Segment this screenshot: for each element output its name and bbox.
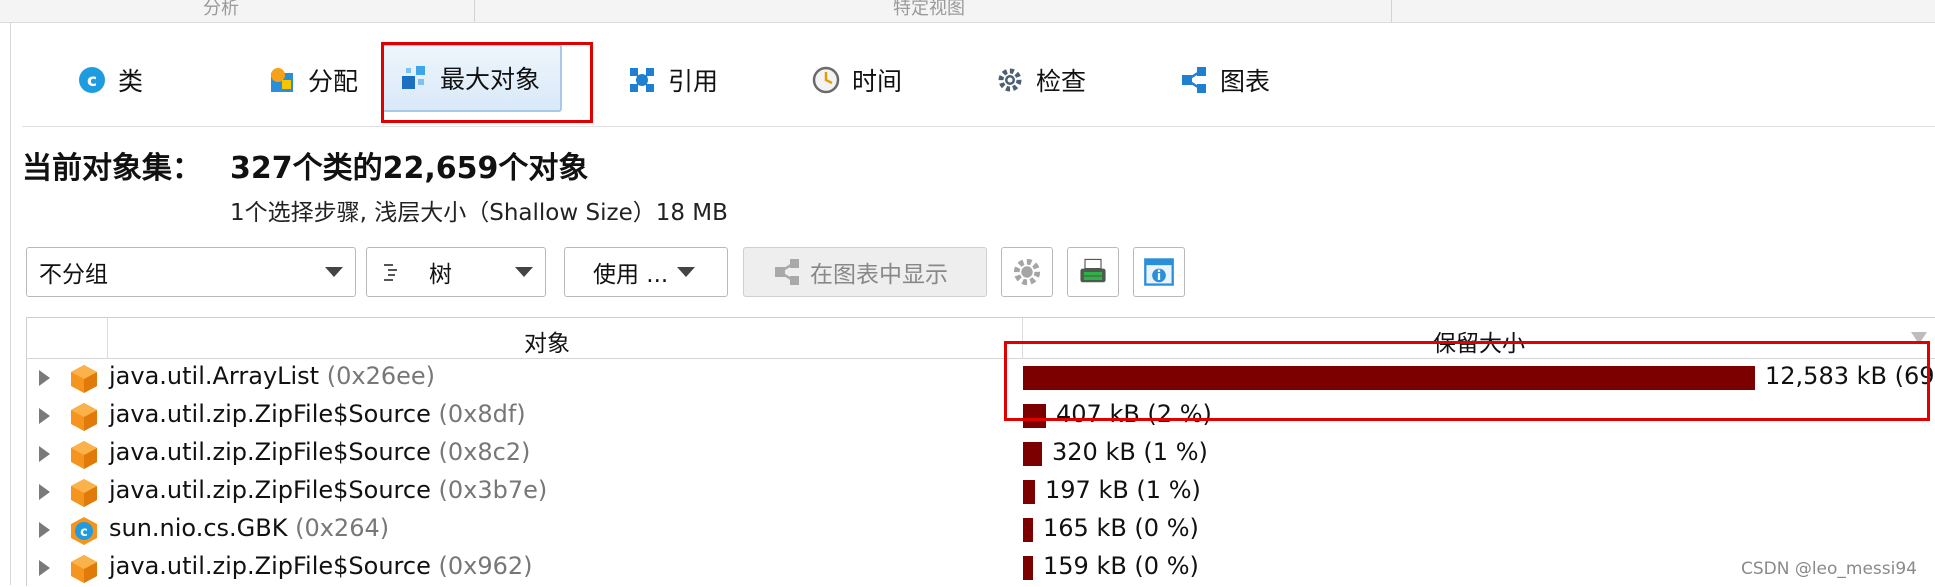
view-mode-value: 树 [429,262,452,288]
tab-time[interactable]: 时间 [796,46,918,114]
typewriter-icon [1080,258,1106,283]
object-class: java.util.zip.ZipFile$Source [109,476,431,504]
export-button[interactable] [1067,247,1119,297]
class-icon: c [79,67,105,93]
tab-label: 图表 [1220,67,1271,96]
tab-label: 时间 [852,67,903,96]
chevron-down-icon [325,267,343,277]
object-set-value: 327个类的22,659个对象 [230,151,589,186]
object-name: java.util.ArrayList (0x26ee) [109,362,435,390]
left-border [10,22,11,585]
tab-references[interactable]: 引用 [612,46,734,114]
expand-arrow-icon[interactable] [39,446,50,462]
svg-text:c: c [80,525,88,540]
tab-label: 分配 [308,67,359,96]
tab-label: 类 [118,67,144,96]
watermark: CSDN @leo_messi94 [1740,559,1917,579]
inspections-icon [998,68,1022,92]
object-name: java.util.zip.ZipFile$Source (0x8df) [109,400,526,428]
grouping-value: 不分组 [39,262,108,288]
table-row[interactable]: java.util.zip.ZipFile$Source (0x3b7e) 197… [27,473,1935,511]
highlight-box-tab [381,42,593,123]
info-icon [1144,258,1174,286]
expand-arrow-icon[interactable] [39,560,50,576]
object-class: java.util.zip.ZipFile$Source [109,400,431,428]
view-section-strip: 分析 特定视图 [0,0,1935,23]
expand-arrow-icon[interactable] [39,408,50,424]
object-icon [71,403,97,431]
graph-icon [1182,67,1206,93]
object-name: java.util.zip.ZipFile$Source (0x8c2) [109,438,530,466]
settings-button[interactable] [1001,247,1053,297]
retained-size-bar [1023,480,1035,504]
section-divider [474,0,475,22]
view-mode-dropdown[interactable]: 树 [366,247,546,297]
gear-icon [1013,258,1041,286]
use-label: 使用 ... [593,262,669,288]
section-label-specific-views: 特定视图 [893,0,965,19]
table-row[interactable]: java.util.zip.ZipFile$Source (0x962) 159 … [27,549,1935,587]
object-set-subtitle: 1个选择步骤, 浅层大小（Shallow Size）18 MB [230,200,728,226]
object-address: (0x8df) [438,400,526,428]
retained-size-value: 165 kB (0 %) [1043,514,1199,542]
section-label-analysis: 分析 [203,0,239,19]
tab-graph[interactable]: 图表 [1164,46,1286,114]
retained-size-value: 320 kB (1 %) [1052,438,1208,466]
use-dropdown-button[interactable]: 使用 ... [564,247,728,297]
chevron-down-icon [515,267,533,277]
tab-inspections[interactable]: 检查 [980,46,1102,114]
object-address: (0x3b7e) [438,476,548,504]
graph-icon [775,259,799,285]
object-class: java.util.zip.ZipFile$Source [109,552,431,580]
class-object-icon: c [71,517,97,545]
table-row[interactable]: c sun.nio.cs.GBK (0x264) 165 kB (0 %) [27,511,1935,549]
object-icon [71,555,97,583]
section-divider [1391,0,1392,22]
show-in-graph-button[interactable]: 在图表中显示 [743,247,987,297]
column-divider [107,318,108,358]
object-address: (0x264) [295,514,390,542]
allocation-icon [271,68,293,92]
table-row[interactable]: java.util.zip.ZipFile$Source (0x8c2) 320 … [27,435,1935,473]
object-address: (0x8c2) [438,438,531,466]
expand-arrow-icon[interactable] [39,522,50,538]
object-class: java.util.ArrayList [109,362,320,390]
grouping-dropdown[interactable]: 不分组 [26,247,356,297]
time-icon [812,66,840,94]
object-icon [71,441,97,469]
object-name: java.util.zip.ZipFile$Source (0x962) [109,552,533,580]
chevron-down-icon [677,267,695,277]
column-header-object[interactable]: 对象 [524,324,570,358]
object-set-label: 当前对象集： [22,151,202,186]
object-class: sun.nio.cs.GBK [109,514,288,542]
expand-arrow-icon[interactable] [39,370,50,386]
tree-view-icon [384,264,397,281]
object-icon [71,479,97,507]
tab-label: 检查 [1036,67,1087,96]
show-in-graph-label: 在图表中显示 [810,262,948,288]
info-button[interactable] [1133,247,1185,297]
retained-size-value: 159 kB (0 %) [1043,552,1199,580]
highlight-box-row [1004,341,1930,421]
object-name: sun.nio.cs.GBK (0x264) [109,514,389,542]
tab-label: 引用 [668,67,719,96]
object-name: java.util.zip.ZipFile$Source (0x3b7e) [109,476,547,504]
references-icon [630,68,654,92]
retained-size-bar [1023,556,1033,580]
svg-text:c: c [87,71,97,91]
object-address: (0x962) [438,552,533,580]
retained-size-bar [1023,442,1042,466]
view-tab-bar: c 类 分配 最大对象 引用 时间 检查 图表 [22,40,1935,127]
expand-arrow-icon[interactable] [39,484,50,500]
tab-classes[interactable]: c 类 [62,46,159,114]
object-address: (0x26ee) [326,362,436,390]
retained-size-value: 197 kB (1 %) [1045,476,1201,504]
object-class: java.util.zip.ZipFile$Source [109,438,431,466]
object-icon [71,365,97,393]
tab-allocations[interactable]: 分配 [252,46,374,114]
retained-size-bar [1023,518,1033,542]
